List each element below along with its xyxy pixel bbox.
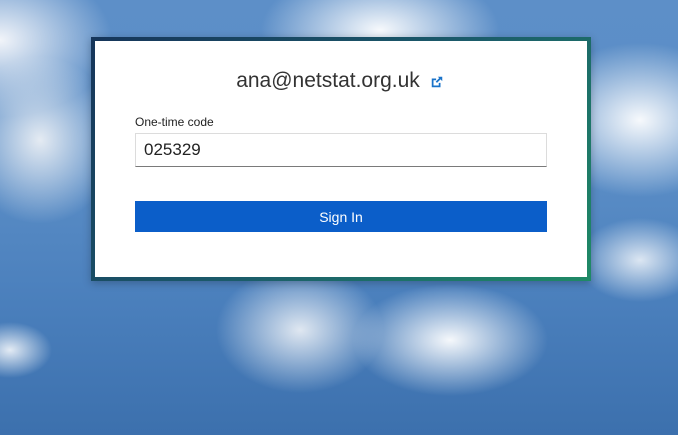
one-time-code-input[interactable] (135, 133, 547, 167)
one-time-code-label: One-time code (135, 115, 214, 129)
external-share-icon[interactable] (430, 75, 446, 91)
user-email: ana@netstat.org.uk (236, 69, 420, 92)
login-card: ana@netstat.org.uk One-time code Sign In (95, 41, 587, 277)
user-identity: ana@netstat.org.uk (95, 69, 587, 93)
sign-in-button[interactable]: Sign In (135, 201, 547, 232)
login-card-frame: ana@netstat.org.uk One-time code Sign In (91, 37, 591, 281)
